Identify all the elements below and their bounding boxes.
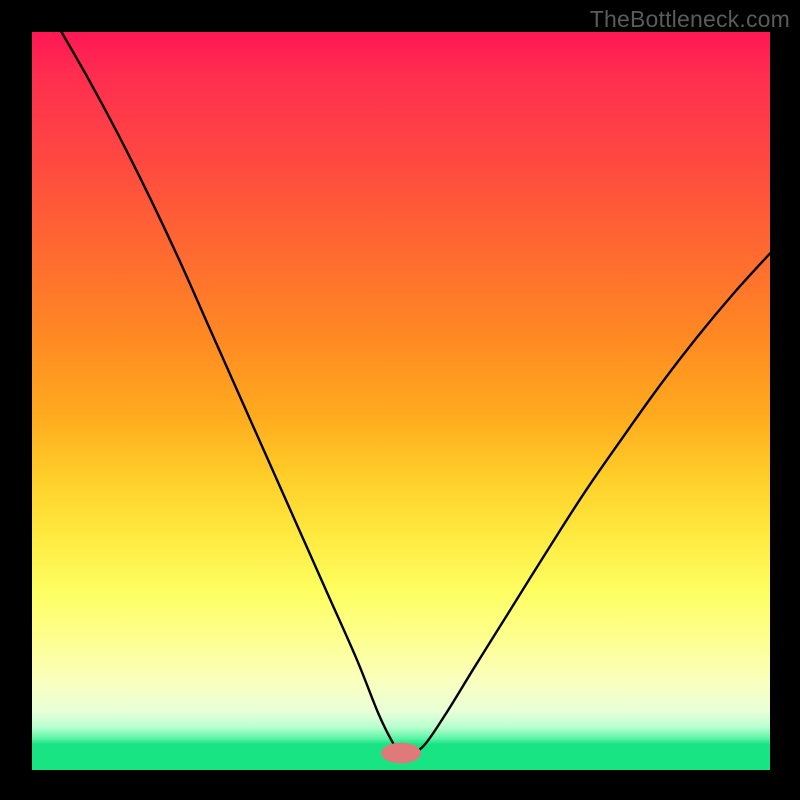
chart-svg <box>32 32 770 770</box>
watermark-text: TheBottleneck.com <box>590 6 790 33</box>
chart-frame: TheBottleneck.com <box>0 0 800 800</box>
plot-area <box>32 32 770 770</box>
bottleneck-curve <box>62 32 770 754</box>
minimum-marker <box>381 743 421 764</box>
